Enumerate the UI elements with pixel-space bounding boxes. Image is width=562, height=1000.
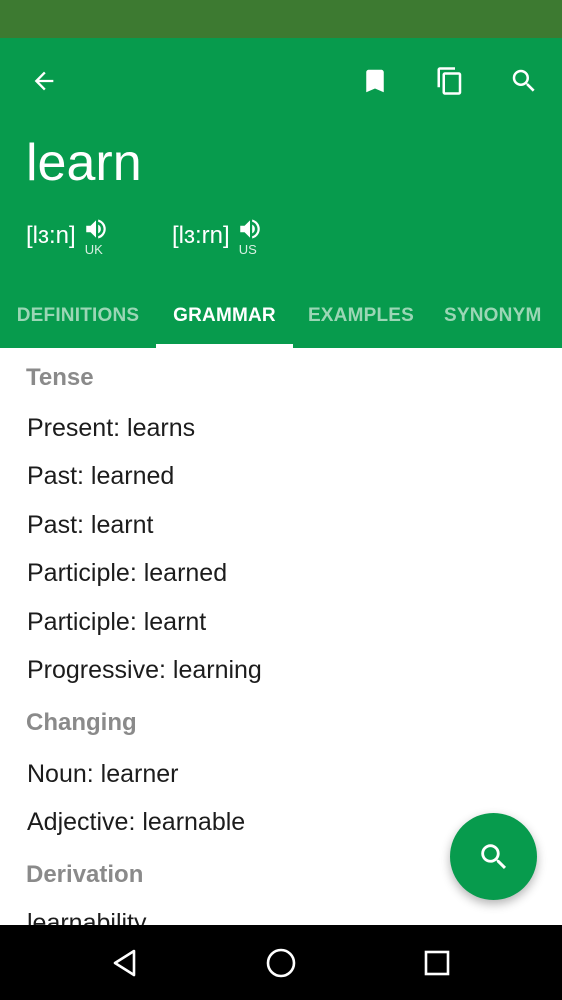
pronunciation-uk-ipa: [lɜ:n] [26, 222, 76, 249]
bookmark-icon [366, 69, 384, 93]
nav-home-icon [266, 948, 296, 978]
arrow-left-icon [34, 71, 54, 91]
bookmark-button[interactable] [351, 57, 399, 105]
nav-recents-button[interactable] [413, 939, 461, 987]
play-uk-button[interactable]: UK [81, 214, 111, 262]
nav-back-icon [113, 949, 136, 977]
search-button[interactable] [500, 57, 548, 105]
list-item: Past: learned [27, 462, 175, 490]
list-item: Participle: learnt [27, 608, 207, 636]
tab-synonym[interactable]: SYNONYM [429, 284, 562, 348]
word-title: learn [26, 134, 142, 192]
list-item: Present: learns [27, 414, 196, 442]
list-item: Noun: learner [27, 760, 179, 788]
list-item: Adjective: learnable [27, 808, 246, 836]
list-item: Past: learnt [27, 511, 154, 539]
pronunciation-us: [lɜ:rn] US [172, 214, 265, 262]
nav-back-button[interactable] [101, 939, 149, 987]
copy-icon [437, 67, 462, 95]
search-icon [512, 69, 535, 92]
region-label-us: US [238, 242, 257, 257]
pronunciation-us-ipa: [lɜ:rn] [172, 222, 230, 249]
nav-home-button[interactable] [257, 939, 305, 987]
status-bar [0, 0, 562, 38]
play-us-button[interactable]: US [235, 214, 265, 262]
tab-grammar[interactable]: GRAMMAR [156, 284, 293, 348]
speaker-icon [239, 219, 260, 239]
search-icon [480, 843, 506, 869]
app-header: learn [lɜ:n] UK [lɜ:rn] US DEFINITIONS G… [0, 38, 562, 348]
list-item: Participle: learned [27, 559, 228, 587]
list-item: learnability [27, 909, 147, 925]
system-nav-bar [0, 925, 562, 1000]
search-fab[interactable] [450, 813, 537, 900]
region-label-uk: UK [84, 242, 103, 257]
section-title-tense: Tense [26, 364, 94, 391]
pronunciation-uk: [lɜ:n] UK [26, 214, 111, 262]
nav-recents-icon [424, 950, 450, 976]
speaker-icon [85, 219, 106, 239]
copy-button[interactable] [426, 57, 474, 105]
tab-examples[interactable]: EXAMPLES [293, 284, 429, 348]
section-title-changing: Changing [26, 709, 137, 736]
tab-bar: DEFINITIONS GRAMMAR EXAMPLES SYNONYM [0, 284, 562, 348]
back-button[interactable] [20, 57, 68, 105]
list-item: Progressive: learning [27, 656, 262, 684]
section-title-derivation: Derivation [26, 861, 144, 888]
tab-definitions[interactable]: DEFINITIONS [0, 284, 156, 348]
